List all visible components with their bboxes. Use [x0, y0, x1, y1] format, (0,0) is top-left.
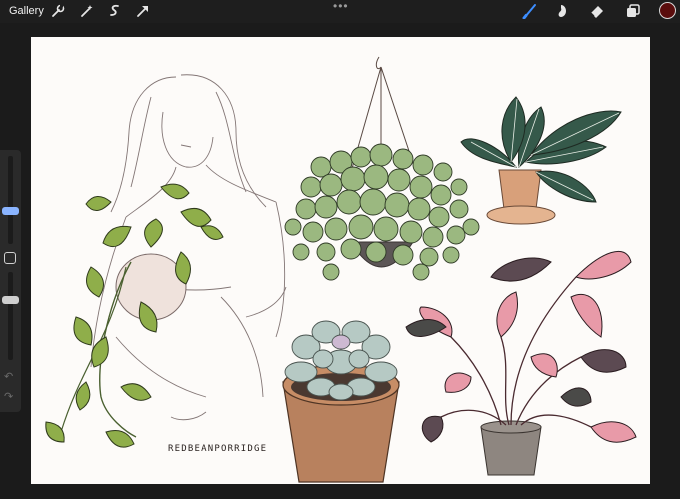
opacity-slider[interactable] [2, 272, 19, 360]
gallery-button[interactable]: Gallery [9, 5, 44, 17]
color-picker-swatch[interactable] [659, 2, 676, 19]
layers-icon[interactable] [625, 3, 641, 19]
pink-philodendron-plant [405, 250, 637, 476]
brush-icon[interactable] [522, 3, 538, 19]
succulent-plant [282, 320, 400, 483]
more-options-handle[interactable]: ••• [333, 0, 349, 12]
magic-wand-icon[interactable] [79, 3, 95, 19]
artist-signature: REDBEANPORRIDGE [168, 444, 268, 454]
girl-sketch [90, 74, 287, 421]
modify-button[interactable] [4, 252, 16, 264]
smudge-icon[interactable] [555, 3, 571, 19]
brush-size-handle[interactable] [2, 207, 19, 216]
brush-size-slider[interactable] [2, 156, 19, 244]
wrench-icon[interactable] [50, 3, 66, 19]
hanging-pilea-plant [284, 56, 480, 281]
redo-icon[interactable]: ↷ [4, 390, 13, 403]
selection-icon[interactable] [107, 3, 123, 19]
pothos-plant [45, 183, 224, 448]
top-toolbar: Gallery ••• [0, 0, 680, 23]
artwork [45, 56, 637, 483]
opacity-handle[interactable] [2, 296, 19, 304]
alocasia-plant [460, 96, 622, 225]
drawing-canvas[interactable]: REDBEANPORRIDGE [31, 37, 650, 484]
sidebar: ↶ ↷ [0, 150, 21, 412]
transform-arrow-icon[interactable] [135, 3, 151, 19]
undo-icon[interactable]: ↶ [4, 370, 13, 383]
eraser-icon[interactable] [589, 3, 605, 19]
